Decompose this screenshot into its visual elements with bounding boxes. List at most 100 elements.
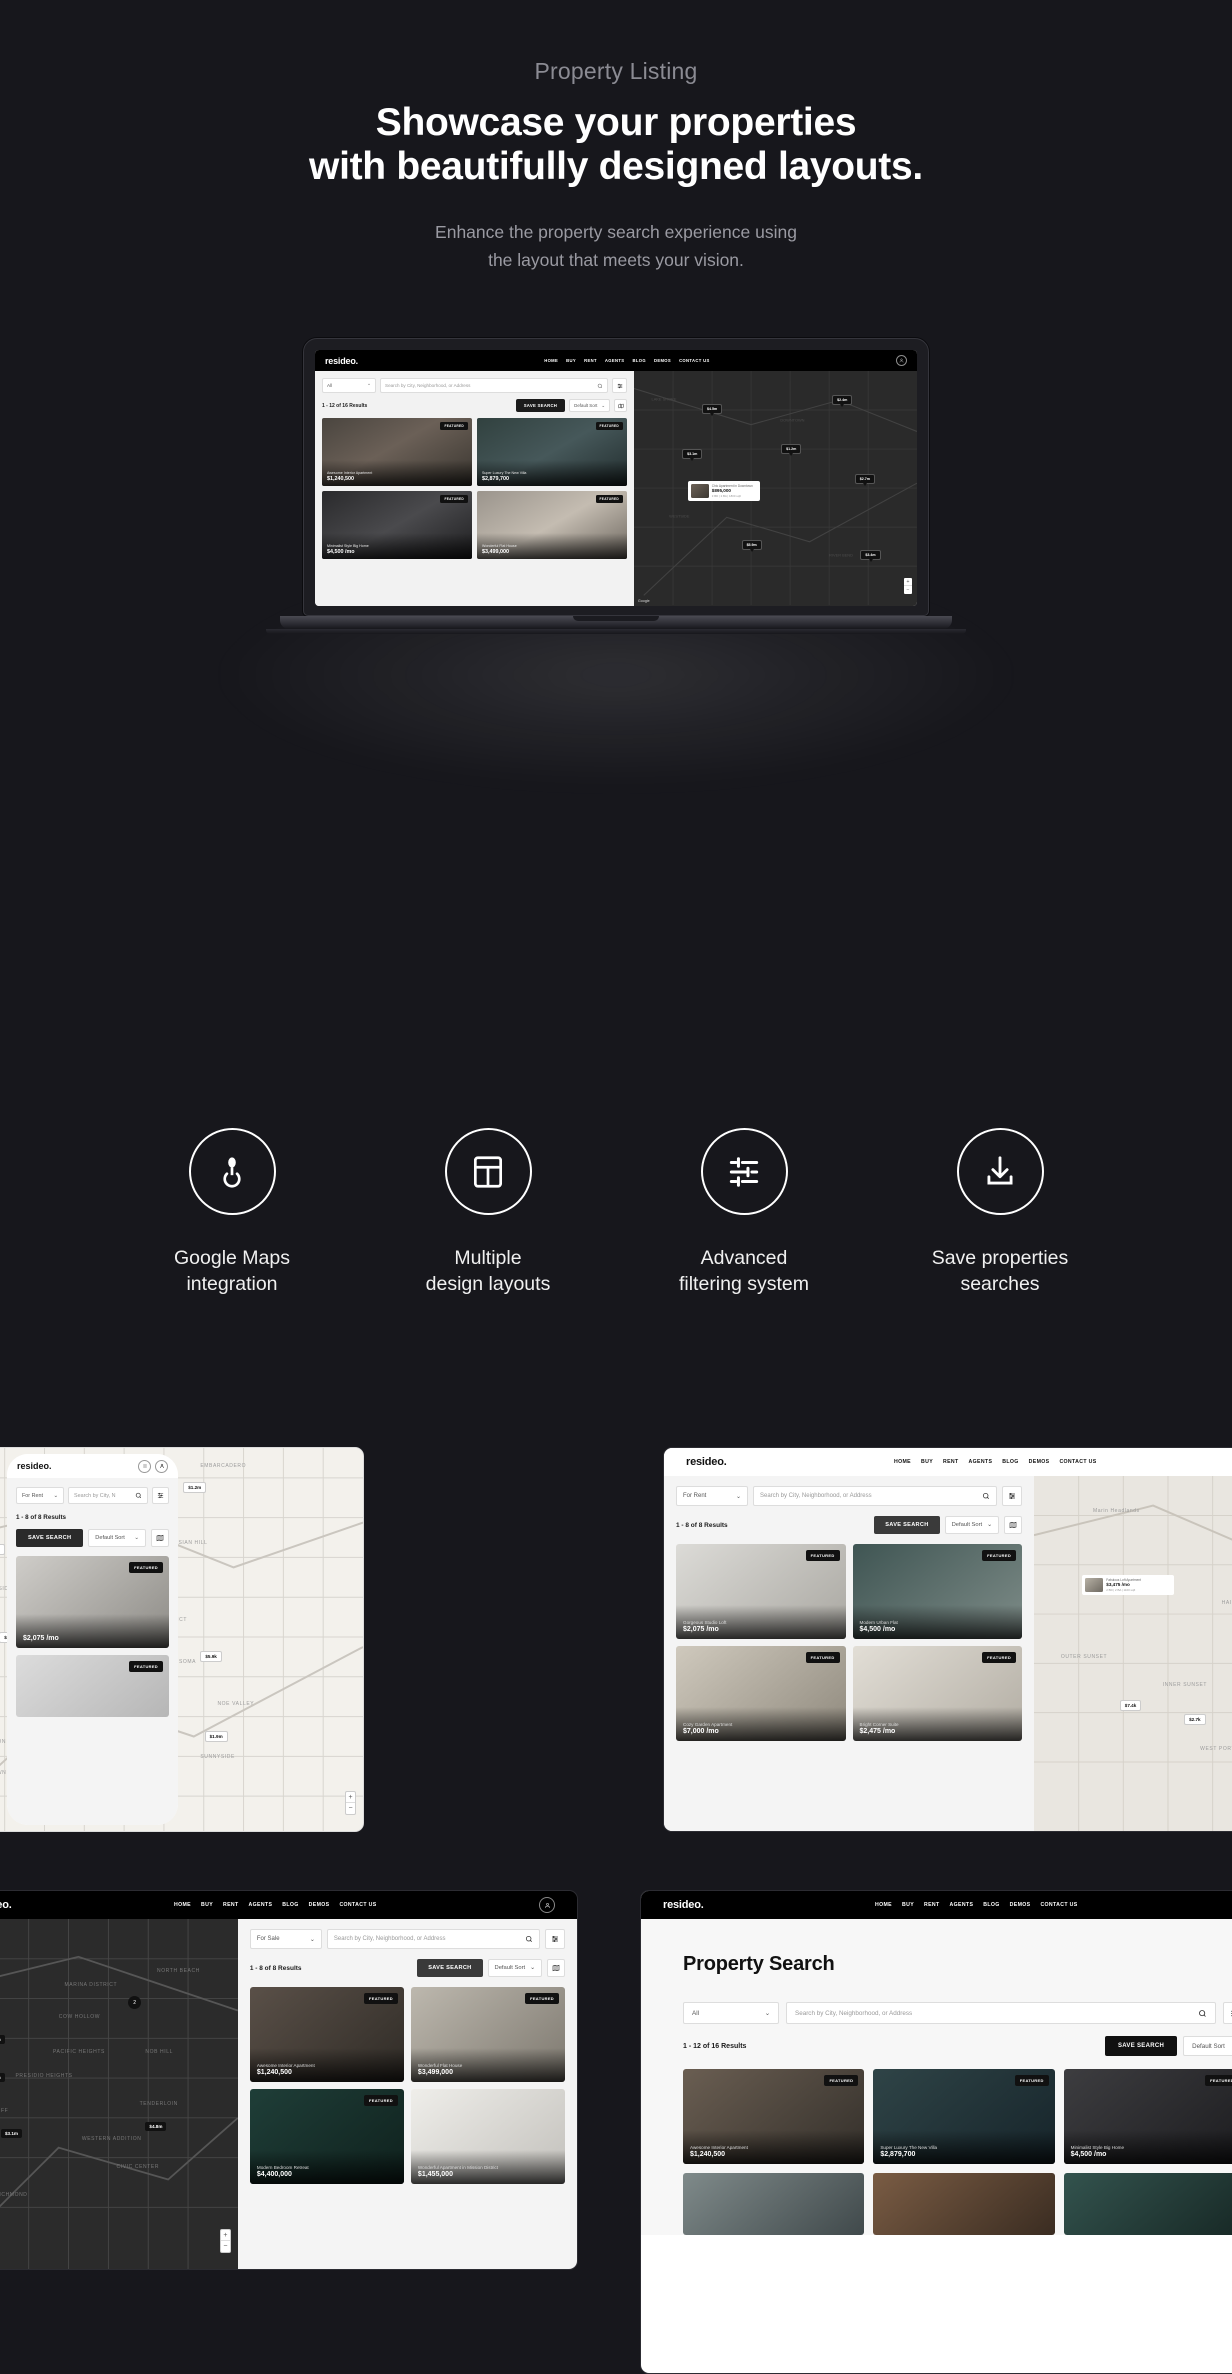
listing-type-select[interactable]: For Rent ⌄ — [676, 1486, 748, 1506]
advanced-filter-button[interactable] — [152, 1487, 169, 1504]
map-price-pin[interactable]: $7.4k — [1119, 1699, 1142, 1711]
nav-item-buy[interactable]: BUY — [921, 1459, 933, 1465]
sort-select[interactable]: Default Sort ⌄ — [944, 1516, 1000, 1534]
nav-item-blog[interactable]: BLOG — [983, 1902, 999, 1908]
search-input[interactable]: Search by City, N — [68, 1487, 148, 1504]
save-search-button[interactable]: SAVE SEARCH — [417, 1959, 483, 1977]
property-card[interactable]: FEATURED Awesome Interior Apartment $1,2… — [249, 1987, 404, 2082]
search-input[interactable]: Search by City, Neighborhood, or Address — [786, 2002, 1216, 2024]
listing-type-select[interactable]: For Sale ⌄ — [249, 1929, 322, 1949]
search-input[interactable]: Search by City, Neighborhood, or Address — [380, 378, 609, 393]
map-cluster-marker[interactable]: 2 — [128, 1996, 142, 2009]
nav-item-buy[interactable]: BUY — [566, 358, 576, 363]
property-card[interactable]: FEATURED Modern Urban Flat $4,500 /mo — [852, 1544, 1023, 1639]
nav-item-demos[interactable]: DEMOS — [1029, 1459, 1050, 1465]
map-panel[interactable]: MARINA DISTRICT NORTH BEACH COW HOLLOW P… — [0, 1919, 238, 2269]
nav-item-rent[interactable]: RENT — [584, 358, 597, 363]
property-card[interactable]: FEATURED Gorgeous Studio Loft $2,075 /mo — [676, 1544, 846, 1639]
listing-type-select[interactable]: For Rent ⌄ — [16, 1487, 64, 1504]
nav-item-blog[interactable]: BLOG — [1002, 1459, 1018, 1465]
nav-item-demos[interactable]: DEMOS — [1010, 1902, 1031, 1908]
advanced-filter-button[interactable] — [544, 1929, 565, 1949]
nav-item-demos[interactable]: DEMOS — [654, 358, 671, 363]
nav-item-buy[interactable]: BUY — [201, 1902, 213, 1908]
map-toggle-button[interactable] — [151, 1529, 169, 1547]
nav-item-demos[interactable]: DEMOS — [309, 1902, 330, 1908]
zoom-out-button[interactable]: − — [221, 2241, 230, 2252]
property-card[interactable]: FEATURED — [16, 1655, 169, 1717]
save-search-button[interactable]: SAVE SEARCH — [1104, 2036, 1178, 2056]
property-card[interactable]: FEATURED Modern Bedroom Retreat $4,400,0… — [249, 2089, 404, 2184]
nav-item-home[interactable]: HOME — [174, 1902, 191, 1908]
map-price-pin[interactable]: $3.1m — [682, 448, 703, 459]
map-price-pin[interactable]: $4.5m — [701, 403, 723, 414]
nav-item-rent[interactable]: RENT — [924, 1902, 940, 1908]
save-search-button[interactable]: SAVE SEARCH — [874, 1516, 940, 1534]
property-card[interactable]: FEATURED Cozy Garden Apartment $7,000 /m… — [676, 1646, 846, 1741]
advanced-filter-button[interactable] — [1223, 2002, 1232, 2024]
zoom-out-button[interactable]: − — [904, 586, 912, 594]
map-price-pin[interactable]: $5.4m — [0, 2034, 5, 2044]
nav-item-agents[interactable]: AGENTS — [969, 1459, 993, 1465]
property-card[interactable] — [873, 2173, 1055, 2235]
property-card[interactable]: FEATURED Awesome Interior Apartment $1,2… — [683, 2069, 865, 2164]
nav-item-rent[interactable]: RENT — [943, 1459, 959, 1465]
property-card[interactable]: FEATURED Awesome Interior Apartment $1,2… — [322, 418, 473, 486]
zoom-out-button[interactable]: − — [346, 1803, 355, 1814]
nav-item-home[interactable]: HOME — [875, 1902, 892, 1908]
save-search-button[interactable]: SAVE SEARCH — [16, 1529, 84, 1547]
map-toggle-button[interactable] — [1004, 1516, 1023, 1534]
gallery-web-dark-screenshot[interactable]: resideo. HOME BUY RENT AGENTS BLOG DEMOS… — [0, 1890, 578, 2270]
brand-logo[interactable]: resideo. — [686, 1456, 727, 1468]
nav-item-contact[interactable]: CONTACT US — [1059, 1459, 1096, 1465]
nav-item-blog[interactable]: BLOG — [632, 358, 646, 363]
nav-item-agents[interactable]: AGENTS — [249, 1902, 273, 1908]
nav-item-contact[interactable]: CONTACT US — [339, 1902, 376, 1908]
zoom-in-button[interactable]: + — [904, 578, 912, 586]
brand-logo[interactable]: resideo. — [663, 1899, 704, 1911]
advanced-filter-button[interactable] — [612, 378, 628, 393]
property-card[interactable]: FEATURED Bright Corner Suite $2,475 /mo — [852, 1646, 1023, 1741]
property-card[interactable] — [683, 2173, 865, 2235]
property-card[interactable]: FEATURED Super Luxury The New Villa $2,8… — [873, 2069, 1055, 2164]
property-card[interactable]: FEATURED Minimalist Style Big Home $4,50… — [322, 491, 473, 559]
map-price-pin[interactable]: $2.4m — [832, 394, 853, 405]
map-property-popup[interactable]: Chic Apartment in Downtown $895,000 3 BD… — [687, 481, 760, 502]
property-card[interactable]: FEATURED Super Luxury The New Villa $2,8… — [477, 418, 628, 486]
map-price-pin[interactable]: $3.1m — [0, 1543, 6, 1555]
map-price-pin[interactable]: $1.2m — [183, 1482, 207, 1494]
advanced-filter-button[interactable] — [1002, 1486, 1023, 1506]
zoom-in-button[interactable]: + — [346, 1792, 355, 1803]
zoom-in-button[interactable]: + — [220, 2230, 230, 2241]
property-card[interactable] — [1063, 2173, 1232, 2235]
account-button[interactable] — [155, 1459, 168, 1473]
account-button[interactable] — [895, 355, 907, 366]
nav-item-home[interactable]: HOME — [544, 358, 558, 363]
map-panel[interactable]: Marin Headlands OUTER SUNSET INNER SUNSE… — [1034, 1476, 1232, 1831]
property-card[interactable]: FEATURED Wonderful Flat House $3,499,000 — [477, 491, 628, 559]
sort-select[interactable]: Default Sort ⌄ — [1183, 2036, 1232, 2056]
search-input[interactable]: Search by City, Neighborhood, or Address — [753, 1486, 998, 1506]
account-button[interactable] — [539, 1897, 555, 1913]
map-panel[interactable]: LAKE SHORE DOWNTOWN WESTSIDE RIVER BEND $4… — [634, 371, 917, 606]
map-toggle-button[interactable] — [614, 399, 628, 412]
nav-item-home[interactable]: HOME — [894, 1459, 911, 1465]
map-toggle-button[interactable] — [546, 1959, 565, 1977]
map-price-pin[interactable]: $2.7k — [1184, 1713, 1206, 1725]
nav-item-agents[interactable]: AGENTS — [950, 1902, 974, 1908]
sort-select[interactable]: Default Sort ⌄ — [88, 1529, 146, 1547]
save-search-button[interactable]: SAVE SEARCH — [515, 399, 566, 412]
map-price-pin[interactable]: $1.2m — [0, 2073, 5, 2082]
brand-logo[interactable]: resideo. — [325, 356, 358, 366]
nav-item-rent[interactable]: RENT — [223, 1902, 239, 1908]
nav-item-agents[interactable]: AGENTS — [605, 358, 625, 363]
map-price-pin[interactable]: $3.1m — [0, 2129, 23, 2138]
map-price-pin[interactable]: $4.8m — [145, 2122, 167, 2131]
map-price-pin[interactable]: $5.9k — [200, 1650, 222, 1662]
map-price-pin[interactable]: $1.9m — [204, 1731, 228, 1743]
property-card[interactable]: Wonderful Apartment in Mission District … — [410, 2089, 565, 2184]
property-card[interactable]: FEATURED $2,075 /mo — [16, 1556, 169, 1648]
map-price-pin[interactable]: $2.7m — [854, 474, 875, 485]
map-price-pin[interactable]: $5.9m — [741, 540, 762, 551]
map-property-popup[interactable]: Fabulous Loft Apartment $3,475 /mo 2 BD … — [1082, 1575, 1175, 1596]
